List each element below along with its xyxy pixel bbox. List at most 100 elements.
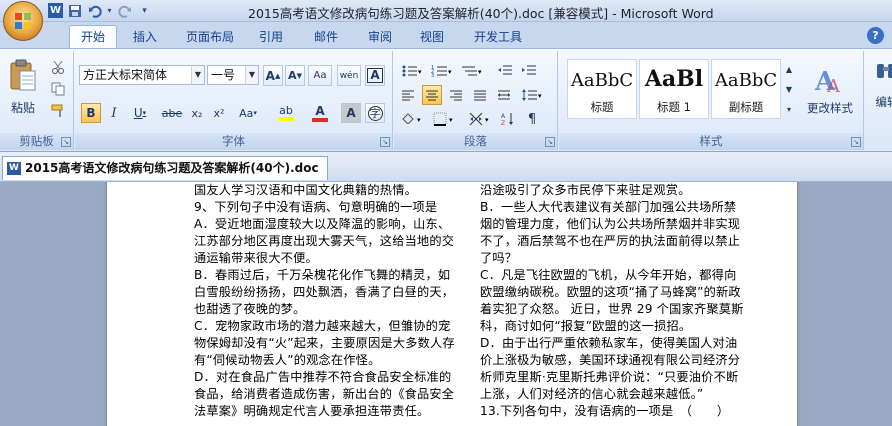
sort-button[interactable]: AZ [498, 109, 518, 129]
decrease-indent-button[interactable] [494, 61, 516, 81]
cut-button[interactable] [48, 57, 68, 77]
svg-text:A: A [826, 76, 841, 96]
align-left-button[interactable] [398, 85, 418, 105]
styles-more[interactable]: ▾ [783, 99, 795, 119]
increase-indent-button[interactable] [518, 61, 540, 81]
shading-button[interactable]: ▾ [398, 109, 426, 129]
styles-scroll-down[interactable]: ▼ [783, 79, 795, 99]
text-line: 科，商讨如何“报复”欧盟的这一损招。 [480, 319, 692, 333]
style-subtitle-name: 副标题 [728, 100, 764, 114]
align-center-button[interactable] [422, 85, 442, 105]
style-heading1[interactable]: AaBl 标题 1 [639, 59, 709, 119]
redo-icon[interactable] [116, 2, 133, 19]
clear-format-button[interactable]: Aa [308, 65, 332, 86]
copy-button[interactable] [48, 79, 68, 99]
word-icon[interactable]: W [48, 3, 63, 18]
tab-review[interactable]: 审阅 [362, 27, 398, 48]
font-name-select[interactable]: 方正大标宋简体 ▼ [79, 65, 205, 85]
change-case-label: Aa [239, 106, 254, 120]
svg-text:A: A [501, 113, 506, 120]
styles-launcher-icon[interactable]: ↘ [851, 137, 861, 147]
numbering-button[interactable]: 1 2 3 ▾ [428, 61, 456, 81]
grow-font-button[interactable]: A ▲ [263, 65, 283, 86]
customize-icon[interactable]: ▾ [136, 2, 153, 19]
text-line: 不了，酒后禁驾不也在严厉的执法面前得以禁止 [480, 234, 741, 248]
tab-page-layout[interactable]: 页面布局 [180, 27, 240, 48]
change-case-button[interactable]: Aa ▾ [233, 103, 263, 123]
paragraph-group-label: 段落 [394, 133, 557, 150]
text-line: 通运输带来很大不便。 [194, 251, 318, 265]
paragraph-launcher-icon[interactable]: ↘ [545, 137, 555, 147]
tab-mailings[interactable]: 邮件 [308, 27, 344, 48]
style-subtitle[interactable]: AaBbC 副标题 [711, 59, 781, 119]
highlight-button[interactable]: ab [271, 103, 301, 123]
line-spacing-button[interactable]: ▾ [518, 85, 546, 105]
clipboard-launcher-icon[interactable]: ↘ [61, 137, 71, 147]
paste-icon [10, 59, 36, 90]
shrink-font-button[interactable]: A ▼ [285, 65, 305, 86]
show-marks-button[interactable]: ¶ [522, 109, 542, 129]
strikethrough-label: abe [161, 106, 183, 120]
subscript-button[interactable]: x₂ [187, 103, 207, 123]
char-shading-label: A [346, 106, 356, 120]
tab-insert[interactable]: 插入 [125, 27, 165, 48]
phonetic-guide-button[interactable]: wén [337, 65, 361, 86]
highlight-label: ab [279, 104, 293, 117]
align-right-icon [450, 90, 462, 101]
chinese-layout-button[interactable]: ▾ [466, 109, 494, 129]
style-title[interactable]: AaBbC 标题 [567, 59, 637, 119]
borders-button[interactable]: ▾ [430, 109, 458, 129]
undo-dropdown-icon[interactable]: ▾ [106, 2, 113, 19]
tab-references[interactable]: 引用 [253, 27, 289, 48]
distribute-icon [498, 90, 510, 100]
document-area[interactable]: 国友人学习汉语和中国文化典籍的热情。 9、下列句子中没有语病、句意明确的一项是 … [0, 182, 892, 426]
justify-button[interactable] [470, 85, 490, 105]
styles-scroll-up[interactable]: ▲ [783, 59, 795, 79]
clear-format-label: Aa [313, 70, 327, 81]
style-heading1-sample: AaBl [644, 66, 704, 92]
font-name-dropdown-icon[interactable]: ▼ [191, 66, 204, 84]
multilevel-list-button[interactable]: ▾ [458, 61, 486, 81]
font-color-button[interactable]: A [305, 103, 335, 123]
left-column: 国友人学习汉语和中国文化典籍的热情。 9、下列句子中没有语病、句意明确的一项是 … [194, 182, 466, 420]
text-line: C．宠物家政市场的潜力越来越大，但雏协的宠 [194, 319, 451, 333]
binoculars-icon [877, 64, 892, 78]
strikethrough-button[interactable]: abe [159, 103, 185, 123]
superscript-button[interactable]: x² [209, 103, 229, 123]
paste-button[interactable]: 粘贴 [3, 55, 43, 119]
bullets-button[interactable]: ▾ [398, 61, 426, 81]
char-shading-button[interactable]: A [341, 103, 361, 123]
svg-text:▾: ▾ [417, 116, 421, 124]
tab-developer[interactable]: 开发工具 [468, 27, 528, 48]
clipboard-group: 粘贴 剪贴板 ↘ [0, 51, 74, 150]
grow-font-label: A [265, 68, 275, 83]
document-tab[interactable]: W 2015高考语文修改病句练习题及答案解析(40个).doc [2, 156, 328, 180]
svg-text:Z: Z [501, 120, 505, 126]
help-icon[interactable]: ? [867, 27, 884, 44]
align-right-button[interactable] [446, 85, 466, 105]
style-heading1-name: 标题 1 [657, 100, 691, 114]
line-spacing-icon: ▾ [522, 89, 542, 101]
italic-button[interactable]: I [105, 103, 123, 123]
document-page[interactable]: 国友人学习汉语和中国文化典籍的热情。 9、下列句子中没有语病、句意明确的一项是 … [107, 182, 797, 426]
bold-button[interactable]: B [81, 103, 101, 123]
underline-button[interactable]: U ▾ [127, 103, 153, 123]
editing-button[interactable]: 编辑 [867, 57, 892, 121]
font-size-select[interactable]: 一号 ▼ [207, 65, 259, 85]
font-size-dropdown-icon[interactable]: ▼ [245, 66, 258, 84]
office-button[interactable] [3, 1, 43, 41]
enclose-char-button[interactable]: 字 [365, 103, 385, 123]
undo-icon[interactable] [86, 2, 103, 19]
distribute-button[interactable] [494, 85, 514, 105]
tab-view[interactable]: 视图 [414, 27, 450, 48]
save-icon[interactable] [66, 2, 83, 19]
svg-text:▾: ▾ [478, 68, 482, 76]
change-styles-button[interactable]: A A 更改样式 [799, 57, 861, 123]
style-subtitle-sample: AaBbC [714, 70, 778, 91]
format-painter-button[interactable] [48, 101, 68, 121]
font-launcher-icon[interactable]: ↘ [380, 137, 390, 147]
office-logo-icon [15, 13, 31, 29]
char-border-button[interactable]: A [365, 65, 385, 86]
tab-home[interactable]: 开始 [69, 25, 117, 48]
styles-group-label: 样式 [559, 133, 863, 150]
